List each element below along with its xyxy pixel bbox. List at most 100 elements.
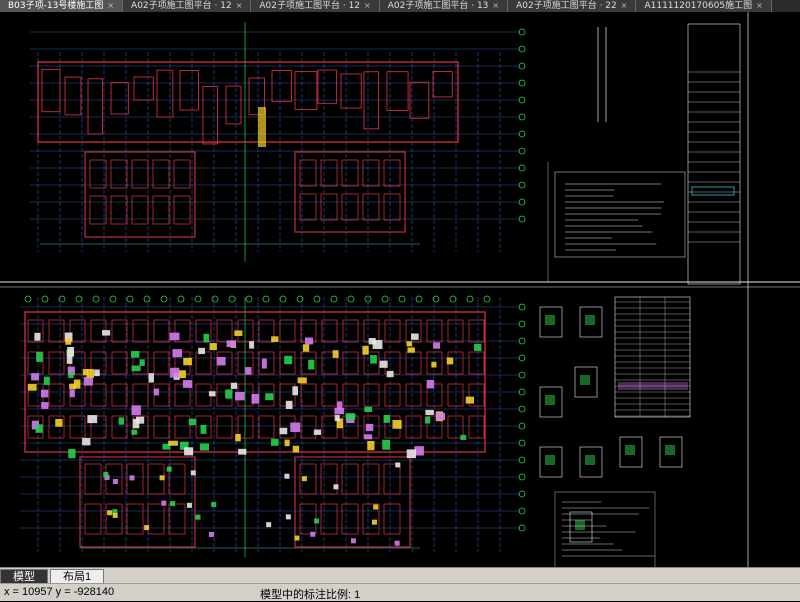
close-icon[interactable]: × — [364, 0, 371, 12]
rebar-annotation — [118, 417, 125, 425]
rebar-annotation — [235, 391, 245, 401]
rebar-annotation — [304, 337, 314, 345]
rebar-annotation — [153, 388, 160, 396]
doc-tab-label: A02子项施工图平台 · 13 — [387, 1, 489, 11]
rebar-annotation — [261, 358, 267, 369]
rebar-annotation — [86, 369, 95, 378]
rebar-annotation — [407, 347, 415, 353]
rebar-annotation — [36, 351, 43, 362]
rebar-annotation — [383, 414, 390, 423]
doc-tab-label: A02子项施工图平台 · 12 — [259, 1, 361, 11]
rebar-annotation — [41, 389, 49, 398]
status-bar: x = 10957 y = -928140 模型中的标注比例: 1 — [0, 583, 800, 601]
rebar-annotation — [425, 409, 434, 415]
rebar-annotation — [82, 437, 91, 446]
rebar-annotation — [225, 389, 233, 399]
rebar-annotation — [170, 367, 180, 378]
doc-tab-4[interactable]: A02子项施工图平台 · 22 × — [508, 0, 637, 12]
rebar-annotation — [67, 346, 75, 357]
rebar-annotation — [94, 369, 100, 377]
rebar-annotation — [34, 332, 41, 341]
layout-tab-bar: 模型 布局1 — [0, 567, 800, 584]
rebar-annotation — [131, 351, 140, 358]
rebar-annotation — [285, 514, 291, 520]
close-icon[interactable]: × — [107, 0, 114, 12]
doc-tab-0[interactable]: B03子项-13号楼施工图 × — [0, 0, 124, 12]
rebar-annotation — [365, 423, 374, 432]
rebar-annotation — [379, 360, 388, 368]
tab-model[interactable]: 模型 — [0, 569, 48, 584]
rebar-annotation — [266, 522, 272, 528]
rebar-annotation — [284, 473, 290, 479]
doc-tab-2[interactable]: A02子项施工图平台 · 12 × — [251, 0, 380, 12]
rebar-annotation — [290, 422, 301, 432]
doc-tab-label: A1111120170605施工图 — [644, 1, 753, 11]
rebar-annotation — [68, 448, 76, 459]
tab-layout1[interactable]: 布局1 — [50, 569, 105, 584]
rebar-annotation — [292, 386, 298, 396]
rebar-annotation — [216, 356, 226, 366]
rebar-annotation — [200, 443, 210, 451]
rebar-annotation — [410, 333, 419, 340]
rebar-annotation — [367, 440, 375, 451]
rebar-annotation — [279, 427, 288, 435]
rebar-annotation — [431, 361, 437, 368]
rebar-annotation — [238, 448, 247, 455]
rebar-annotation — [465, 396, 474, 404]
doc-tab-3[interactable]: A02子项施工图平台 · 13 × — [379, 0, 509, 12]
rebar-annotation — [35, 424, 43, 433]
rebar-annotation — [234, 330, 243, 336]
section-hatch — [625, 445, 635, 455]
rebar-annotation — [31, 373, 40, 381]
rebar-annotation — [144, 525, 150, 531]
rebar-annotation — [131, 405, 141, 416]
section-hatch — [665, 445, 675, 455]
rebar-annotation — [333, 484, 339, 490]
rebar-annotation — [294, 535, 300, 541]
rebar-annotation — [43, 376, 50, 385]
rebar-annotation — [178, 370, 186, 379]
rebar-annotation — [170, 501, 176, 507]
rebar-annotation — [172, 349, 183, 358]
rebar-annotation — [435, 412, 446, 420]
rebar-annotation — [183, 357, 192, 366]
rebar-annotation — [203, 333, 210, 343]
doc-tab-label: A02子项施工图平台 · 12 — [131, 1, 232, 11]
doc-tab-1[interactable]: A02子项施工图平台 · 12 × — [123, 0, 252, 12]
rebar-annotation — [284, 355, 293, 365]
rebar-annotation — [195, 514, 201, 520]
rebar-annotation — [425, 416, 431, 424]
rebar-annotation — [372, 519, 378, 525]
close-icon[interactable]: × — [621, 0, 628, 12]
doc-tab-5[interactable]: A1111120170605施工图 × — [636, 0, 772, 12]
close-icon[interactable]: × — [492, 0, 499, 12]
rebar-annotation — [284, 439, 290, 447]
rebar-annotation — [235, 433, 241, 442]
rebar-annotation — [136, 416, 145, 424]
rebar-annotation — [313, 429, 322, 435]
rebar-annotation — [426, 379, 435, 389]
table-highlight-row — [618, 382, 688, 390]
rebar-annotation — [285, 400, 293, 409]
rebar-annotation — [41, 402, 49, 409]
rebar-annotation — [208, 391, 216, 397]
close-icon[interactable]: × — [236, 0, 243, 12]
rebar-annotation — [208, 531, 214, 537]
rebar-annotation — [169, 332, 180, 341]
section-hatch — [575, 520, 585, 530]
rebar-annotation — [168, 440, 178, 446]
rebar-annotation — [265, 393, 274, 401]
rebar-annotation — [314, 518, 320, 524]
rebar-annotation — [345, 413, 356, 420]
section-hatch — [585, 315, 595, 325]
rebar-annotation — [301, 476, 307, 482]
rebar-annotation — [310, 531, 316, 537]
rebar-annotation — [334, 414, 340, 422]
rebar-annotation — [190, 470, 196, 476]
rebar-annotation — [460, 434, 467, 440]
close-icon[interactable]: × — [756, 0, 763, 12]
rebar-annotation — [308, 359, 315, 370]
rebar-annotation — [55, 418, 63, 427]
drawing-canvas[interactable] — [0, 12, 800, 567]
rebar-annotation — [65, 338, 72, 345]
